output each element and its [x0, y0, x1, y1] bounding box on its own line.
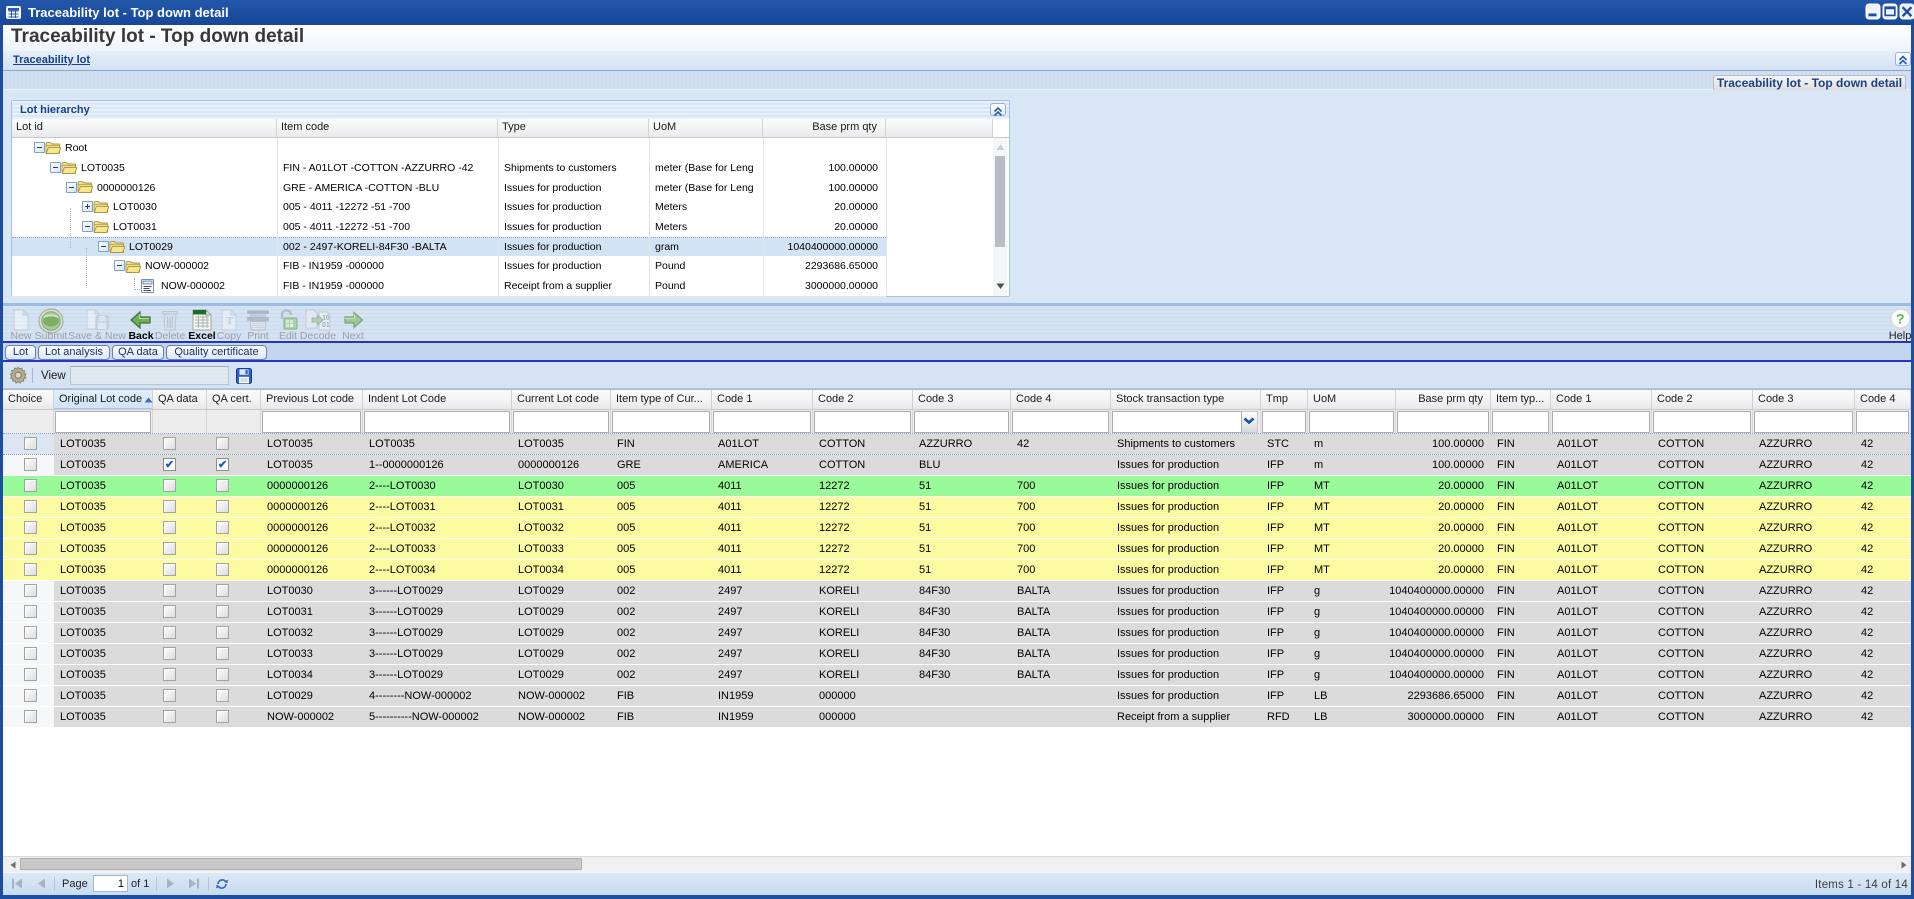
svg-text:01: 01	[322, 322, 330, 329]
svg-text:T: T	[226, 315, 234, 327]
svg-text:?: ?	[1896, 311, 1905, 327]
svg-text:10: 10	[322, 315, 330, 322]
